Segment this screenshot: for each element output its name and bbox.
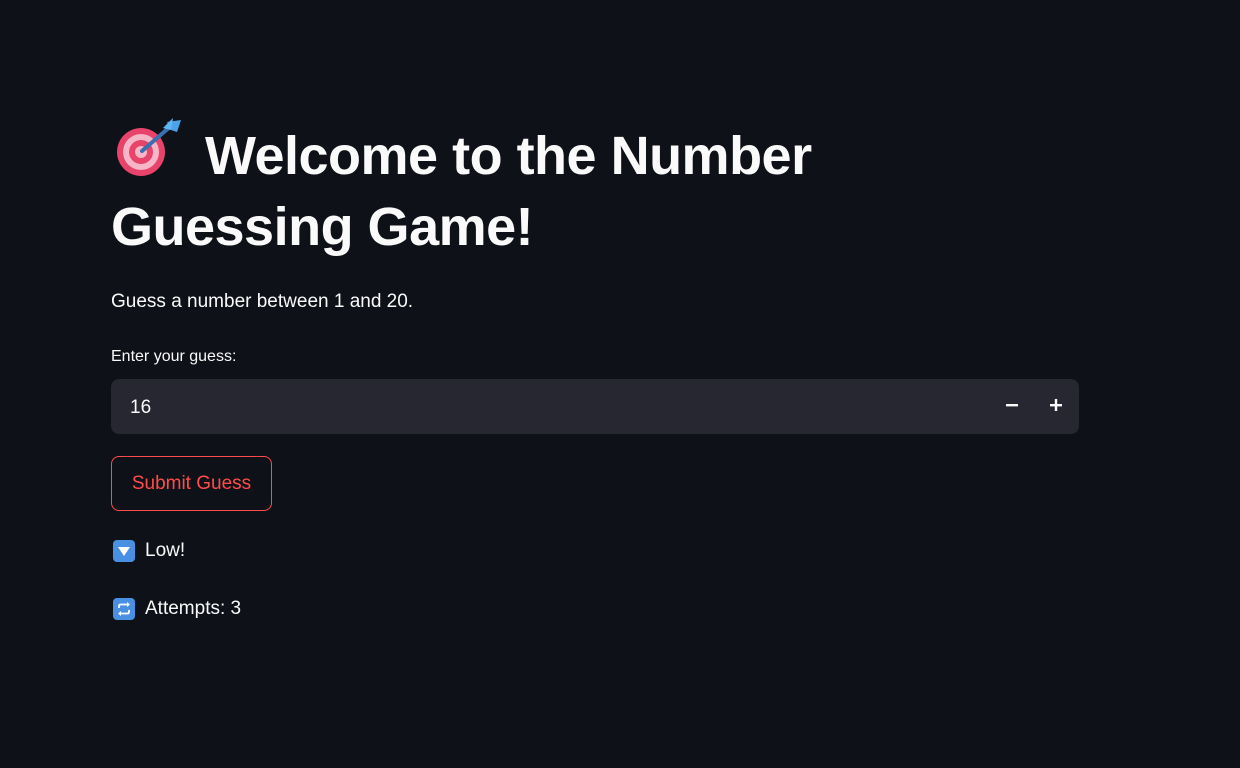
guess-input-label: Enter your guess:	[111, 348, 237, 365]
guess-input-field[interactable]	[128, 379, 982, 436]
minus-icon	[1006, 398, 1018, 416]
decrement-button[interactable]	[990, 379, 1034, 434]
guess-result-message: Low!	[113, 537, 185, 565]
repeat-button-icon	[113, 598, 135, 620]
guess-number-input	[111, 379, 1079, 436]
plus-icon	[1050, 398, 1062, 416]
page-title: Welcome to the Number Guessing Game!	[111, 118, 911, 263]
down-arrow-button-icon	[113, 540, 135, 562]
attempts-text: Attempts: 3	[145, 598, 242, 619]
page-title-text: Welcome to the Number Guessing Game!	[111, 126, 812, 257]
dart-target-icon	[111, 118, 185, 180]
game-instructions: Guess a number between 1 and 20.	[111, 291, 414, 312]
increment-button[interactable]	[1034, 379, 1078, 434]
submit-guess-button[interactable]: Submit Guess	[111, 456, 272, 511]
attempts-counter: Attempts: 3	[113, 595, 241, 623]
guess-result-text: Low!	[145, 540, 186, 561]
